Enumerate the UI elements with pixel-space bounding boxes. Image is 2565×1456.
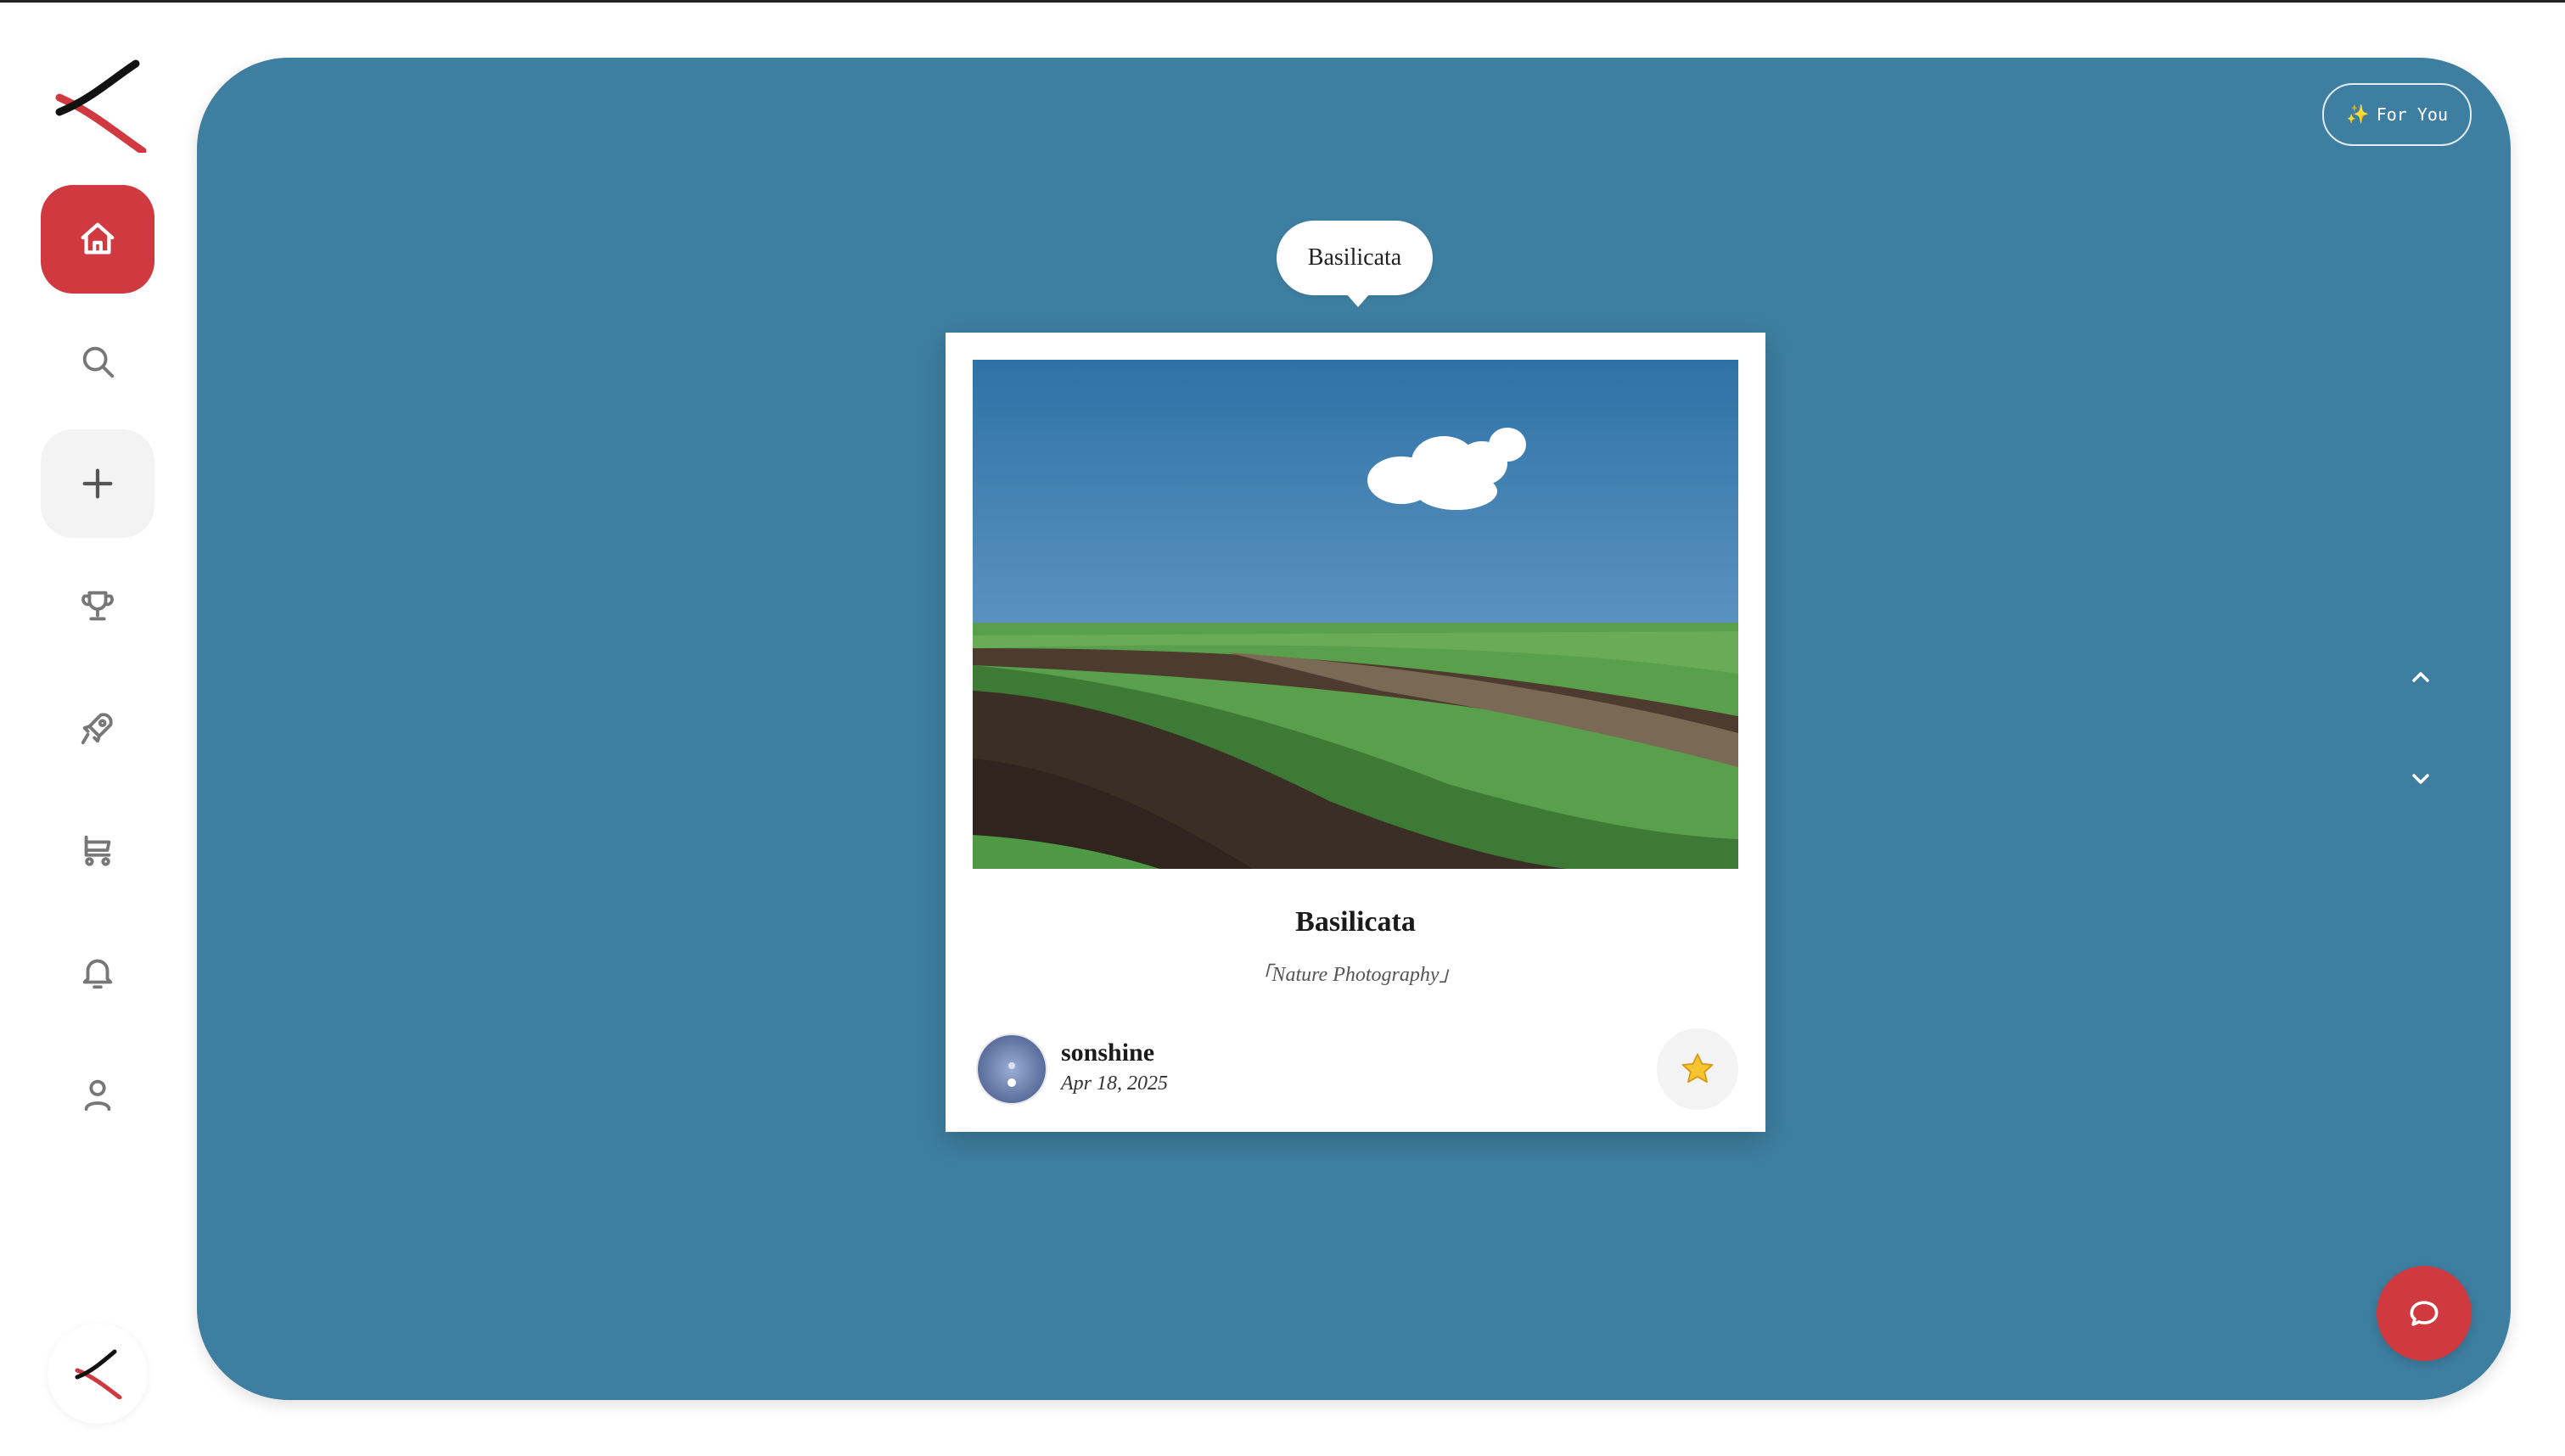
sidebar-item-trophy[interactable]: [41, 552, 154, 660]
tooltip-text: Basilicata: [1307, 244, 1402, 271]
home-icon: [81, 222, 115, 255]
for-you-label: For You: [2376, 104, 2448, 125]
favorite-button[interactable]: [1657, 1028, 1738, 1110]
author-avatar[interactable]: [976, 1033, 1047, 1105]
post-photo[interactable]: [973, 360, 1738, 869]
sidebar-item-cart[interactable]: [41, 796, 154, 904]
bell-icon: [82, 959, 113, 989]
sidebar-item-search[interactable]: [41, 307, 154, 416]
sidebar-item-profile[interactable]: [41, 1040, 154, 1149]
for-you-button[interactable]: ✨ For You: [2322, 83, 2472, 146]
sparkle-icon: ✨: [2346, 104, 2370, 126]
post-card[interactable]: Basilicata 「Nature Photography」 sonshine…: [946, 333, 1765, 1132]
post-date: Apr 18, 2025: [1061, 1072, 1168, 1095]
chevron-up-icon: [2412, 672, 2429, 682]
post-category: 「Nature Photography」: [1251, 964, 1460, 986]
author-name[interactable]: sonshine: [1061, 1039, 1154, 1067]
previous-post-button[interactable]: [2395, 652, 2446, 703]
chat-bubble-icon: [2410, 1301, 2439, 1326]
search-icon: [82, 346, 115, 378]
next-post-button[interactable]: [2395, 753, 2446, 804]
post-tooltip: Basilicata: [1277, 221, 1433, 307]
sidebar-item-notifications[interactable]: [41, 918, 154, 1027]
trophy-icon: [81, 591, 114, 621]
post-title: Basilicata: [1295, 906, 1416, 938]
user-icon: [84, 1079, 111, 1112]
chevron-down-icon: [2412, 774, 2429, 784]
sidebar-item-launch[interactable]: [41, 674, 154, 782]
sidebar-item-home[interactable]: [41, 185, 154, 294]
cart-icon: [84, 835, 111, 866]
feed-panel: ✨ For You Basilicata Basilicata 「Nature …: [197, 58, 2511, 1400]
sidebar-item-create[interactable]: [41, 429, 154, 538]
brand-logo[interactable]: [51, 59, 149, 155]
app-badge[interactable]: [48, 1324, 148, 1424]
chat-button[interactable]: [2377, 1266, 2472, 1361]
rocket-icon: [81, 713, 113, 745]
top-border: [0, 0, 2565, 3]
plus-icon: [82, 468, 113, 499]
sidebar: [0, 0, 197, 1456]
star-icon: [1681, 1053, 1714, 1084]
